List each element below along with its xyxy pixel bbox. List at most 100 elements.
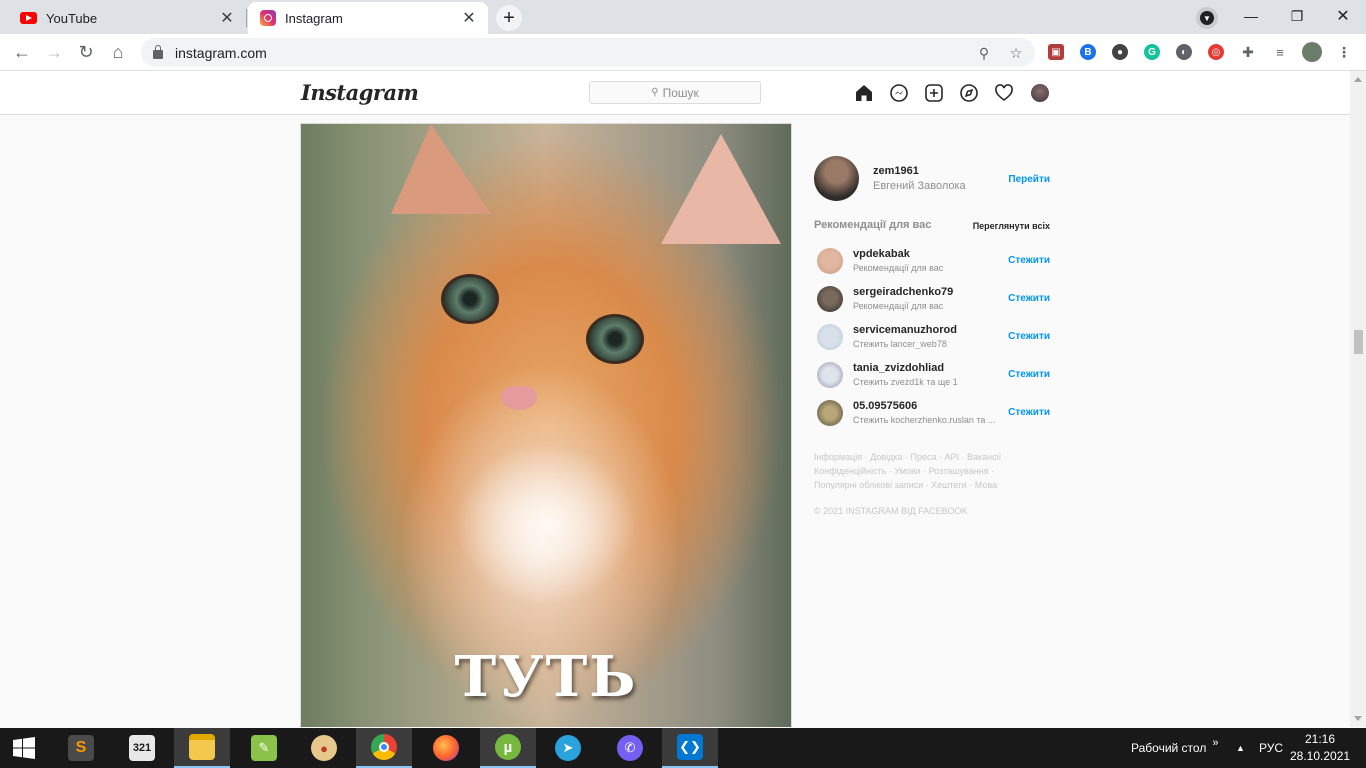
grammarly-icon[interactable]: G bbox=[1144, 44, 1160, 60]
heart-icon[interactable] bbox=[993, 82, 1015, 104]
taskbar-utorrent[interactable]: µ bbox=[480, 728, 536, 768]
forward-button[interactable]: → bbox=[40, 38, 68, 66]
footer-link[interactable]: Хештеги bbox=[931, 480, 967, 490]
suggestion-username[interactable]: 05.09575606 bbox=[853, 400, 917, 412]
suggestion-username[interactable]: sergeiradchenko79 bbox=[853, 286, 953, 298]
follow-button[interactable]: Стежити bbox=[1008, 293, 1050, 304]
taskbar-file-explorer[interactable] bbox=[174, 728, 230, 768]
desktop-toolbar[interactable]: Рабочий стол » bbox=[1131, 728, 1218, 768]
extension-icon[interactable]: ▣ bbox=[1048, 44, 1064, 60]
search-input[interactable]: ⚲ Пошук bbox=[589, 81, 761, 104]
cat-eye bbox=[441, 274, 499, 324]
avatar[interactable] bbox=[817, 324, 843, 350]
scrollbar-thumb[interactable] bbox=[1354, 330, 1363, 354]
taskbar-sublime-text[interactable]: S bbox=[53, 728, 109, 768]
extension-icon[interactable]: ● bbox=[1112, 44, 1128, 60]
tab-title: YouTube bbox=[46, 10, 98, 26]
puzzle-icon[interactable]: ✚ bbox=[1240, 44, 1256, 60]
home-icon[interactable] bbox=[853, 82, 875, 104]
messenger-icon[interactable] bbox=[888, 82, 910, 104]
menu-dots-icon[interactable]: ⋮ bbox=[1336, 44, 1352, 60]
suggestion-username[interactable]: tania_zvizdohliad bbox=[853, 362, 944, 374]
extension-icon[interactable]: ◎ bbox=[1208, 44, 1224, 60]
avatar[interactable] bbox=[817, 400, 843, 426]
extension-icon[interactable]: B bbox=[1080, 44, 1096, 60]
home-button[interactable]: ⌂ bbox=[104, 38, 132, 66]
clock[interactable]: 21:16 28.10.2021 bbox=[1290, 731, 1350, 765]
taskbar-vscode[interactable]: ❮❯ bbox=[662, 728, 718, 768]
avatar[interactable] bbox=[814, 156, 859, 201]
explore-compass-icon[interactable] bbox=[958, 82, 980, 104]
scroll-up-arrow-icon[interactable] bbox=[1354, 77, 1362, 82]
language-label: РУС bbox=[1259, 741, 1284, 755]
media-player-icon: 321 bbox=[129, 735, 155, 761]
chevron-right-icon: » bbox=[1212, 737, 1219, 749]
taskbar-notepad-plus[interactable]: ✎ bbox=[236, 728, 292, 768]
search-placeholder: Пошук bbox=[662, 85, 699, 100]
taskbar-viber[interactable]: ✆ bbox=[602, 728, 658, 768]
tab-search-button[interactable]: ▼ bbox=[1196, 7, 1218, 29]
media-control-icon[interactable]: ≡ bbox=[1272, 44, 1288, 60]
see-all-link[interactable]: Переглянути всіх bbox=[973, 221, 1050, 231]
footer-link[interactable]: Популярні облікові записи bbox=[814, 480, 923, 490]
taskbar-chrome[interactable] bbox=[356, 728, 412, 768]
follow-button[interactable]: Стежити bbox=[1008, 407, 1050, 418]
browser-toolbar: ← → ↻ ⌂ instagram.com ⚲ ☆ ▣ B ● G ◐ ◎ ✚ … bbox=[0, 34, 1366, 71]
switch-account-link[interactable]: Перейти bbox=[1008, 174, 1050, 185]
footer-link[interactable]: Мова bbox=[975, 480, 997, 490]
follow-button[interactable]: Стежити bbox=[1008, 369, 1050, 380]
footer-link[interactable]: Довідка bbox=[870, 452, 902, 462]
footer-link[interactable]: Вакансії bbox=[967, 452, 1001, 462]
new-post-icon[interactable] bbox=[923, 82, 945, 104]
footer-link[interactable]: Розташування bbox=[929, 466, 989, 476]
extension-icon[interactable]: ◐ bbox=[1176, 44, 1192, 60]
post-caption: ТУТЬ bbox=[454, 644, 638, 710]
address-bar[interactable]: instagram.com ⚲ ☆ bbox=[141, 38, 1035, 67]
telegram-icon: ➤ bbox=[555, 735, 581, 761]
instagram-logo[interactable]: Instagram bbox=[301, 80, 419, 105]
suggestion-username[interactable]: vpdekabak bbox=[853, 248, 910, 260]
suggestion-subtitle: Рекомендації для вас bbox=[853, 263, 944, 273]
url-text: instagram.com bbox=[175, 44, 267, 61]
footer-link[interactable]: Інформація bbox=[814, 452, 862, 462]
taskbar-telegram[interactable]: ➤ bbox=[540, 728, 596, 768]
post-image-cat[interactable]: ТУТЬ bbox=[301, 124, 791, 727]
tab-youtube[interactable]: YouTube ✕ bbox=[8, 2, 246, 34]
minimize-button[interactable]: — bbox=[1228, 0, 1274, 32]
tray-overflow-button[interactable]: ▲ bbox=[1236, 728, 1245, 768]
start-button[interactable] bbox=[0, 728, 48, 768]
suggestion-item: 05.09575606 Стежить kocherzhenko.ruslan … bbox=[814, 398, 1050, 428]
current-username[interactable]: zem1961 bbox=[873, 165, 919, 177]
taskbar-firefox[interactable] bbox=[418, 728, 474, 768]
close-icon[interactable]: ✕ bbox=[218, 9, 236, 27]
taskbar-media-player[interactable]: 321 bbox=[114, 728, 170, 768]
follow-button[interactable]: Стежити bbox=[1008, 331, 1050, 342]
avatar[interactable] bbox=[817, 362, 843, 388]
scroll-down-arrow-icon[interactable] bbox=[1354, 716, 1362, 721]
profile-avatar[interactable] bbox=[1302, 42, 1322, 62]
feed-post[interactable]: ТУТЬ bbox=[300, 123, 792, 727]
restore-button[interactable]: ❐ bbox=[1274, 0, 1320, 32]
footer-link[interactable]: Умови bbox=[894, 466, 920, 476]
reload-button[interactable]: ↻ bbox=[72, 38, 100, 66]
taskbar-paint[interactable]: ● bbox=[296, 728, 352, 768]
footer-link[interactable]: API bbox=[944, 452, 959, 462]
footer-link[interactable]: Конфіденційність bbox=[814, 466, 886, 476]
page-scrollbar[interactable] bbox=[1350, 71, 1366, 727]
suggestions-title: Рекомендації для вас bbox=[814, 219, 932, 231]
bookmark-star-icon[interactable]: ☆ bbox=[1007, 44, 1025, 62]
new-tab-button[interactable]: + bbox=[496, 5, 522, 31]
avatar[interactable] bbox=[817, 286, 843, 312]
current-full-name: Евгений Заволока bbox=[873, 180, 966, 192]
avatar[interactable] bbox=[817, 248, 843, 274]
tab-instagram[interactable]: Instagram ✕ bbox=[248, 2, 488, 34]
footer-link[interactable]: Преса bbox=[910, 452, 936, 462]
language-indicator[interactable]: РУС bbox=[1259, 728, 1283, 768]
close-icon[interactable]: ✕ bbox=[460, 9, 478, 27]
suggestion-username[interactable]: servicemanuzhorod bbox=[853, 324, 957, 336]
close-window-button[interactable]: ✕ bbox=[1320, 0, 1366, 32]
zoom-icon[interactable]: ⚲ bbox=[975, 44, 993, 62]
back-button[interactable]: ← bbox=[8, 38, 36, 66]
follow-button[interactable]: Стежити bbox=[1008, 255, 1050, 266]
profile-avatar[interactable] bbox=[1029, 82, 1051, 104]
